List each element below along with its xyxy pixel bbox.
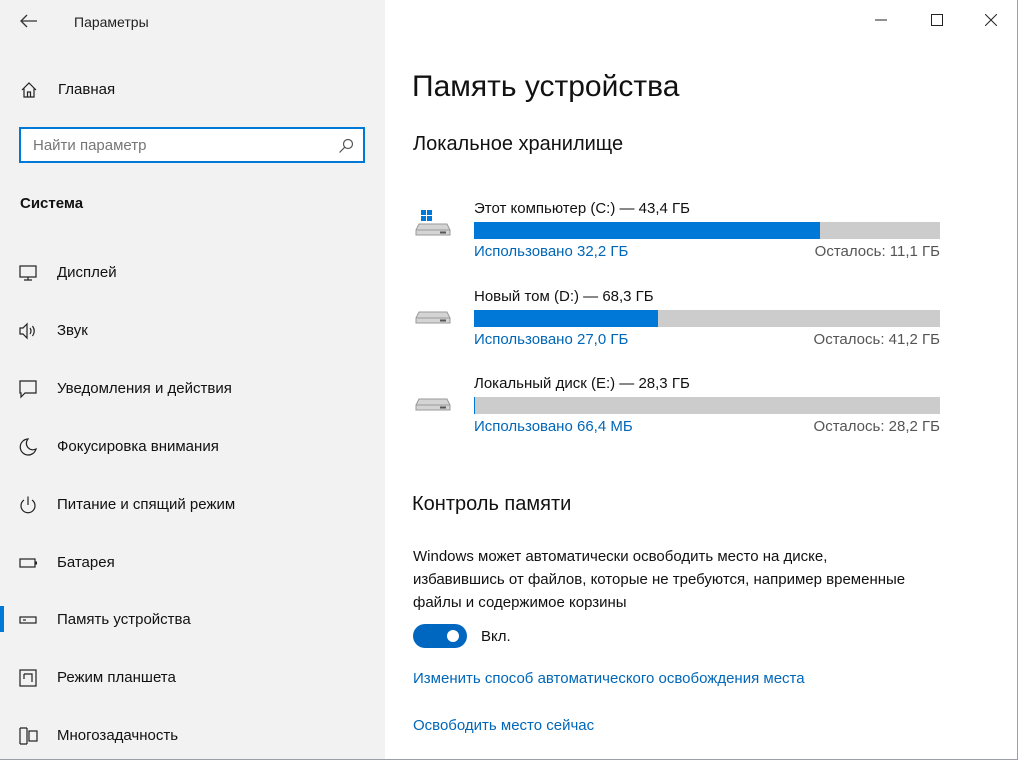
sidebar-item-focus[interactable]: Фокусировка внимания [0,427,385,467]
drive-name: Новый том (D:) — 68,3 ГБ [474,288,654,305]
sidebar-item-tablet[interactable]: Режим планшета [0,658,385,698]
system-drive-icon [415,210,451,236]
storage-icon [19,616,37,624]
minimize-icon [875,19,887,21]
sidebar-item-label: Фокусировка внимания [57,438,219,455]
sidebar: Параметры Главная Система Дисплей [0,0,385,759]
sidebar-item-label: Питание и спящий режим [57,496,236,513]
drive-used-text: Использовано 66,4 МБ [474,418,633,435]
change-auto-cleanup-link[interactable]: Изменить способ автоматического освобожд… [413,670,805,687]
multitask-icon [19,727,38,745]
drive-free-text: Осталось: 41,2 ГБ [813,331,940,348]
power-icon [20,496,36,514]
notification-icon [19,380,37,399]
drive-icon [415,311,451,324]
drive-usage-bar [474,222,940,239]
sidebar-item-display[interactable]: Дисплей [0,253,385,293]
sidebar-item-label: Главная [58,81,116,98]
drive-usage-fill [474,397,475,414]
minimize-button[interactable] [859,6,905,36]
tablet-icon [19,669,37,687]
toggle-state-label: Вкл. [481,628,511,645]
drive-c[interactable]: Этот компьютер (C:) — 43,4 ГБ Использова… [413,200,973,270]
close-icon [985,14,997,26]
maximize-button[interactable] [915,6,961,36]
drive-name: Этот компьютер (C:) — 43,4 ГБ [474,200,690,217]
sidebar-item-home[interactable]: Главная [0,76,385,104]
main-content: Память устройства Локальное хранилище Эт… [385,0,1017,759]
sidebar-item-label: Уведомления и действия [57,380,232,397]
drive-free-text: Осталось: 11,1 ГБ [814,243,940,260]
sidebar-item-label: Дисплей [57,264,117,281]
drive-usage-fill [474,222,820,239]
drive-used-text: Использовано 27,0 ГБ [474,331,629,348]
sidebar-item-label: Память устройства [57,611,191,628]
storage-sense-description: Windows может автоматически освободить м… [413,548,906,611]
selected-indicator [0,606,4,632]
sidebar-item-label: Многозадачность [57,727,179,744]
moon-icon [19,438,37,456]
storage-sense-title: Контроль памяти [412,493,572,515]
drive-name: Локальный диск (E:) — 28,3 ГБ [474,375,690,392]
app-title: Параметры [74,14,149,30]
maximize-icon [931,14,943,26]
back-button[interactable] [14,8,44,34]
sidebar-item-battery[interactable]: Батарея [0,543,385,583]
drive-usage-bar [474,310,940,327]
home-icon [21,82,37,98]
page-title: Память устройства [412,70,680,103]
drive-usage-fill [474,310,659,327]
drive-e[interactable]: Локальный диск (E:) — 28,3 ГБ Использова… [413,375,973,445]
sidebar-item-power[interactable]: Питание и спящий режим [0,485,385,525]
storage-sense-toggle[interactable] [413,624,467,648]
drive-d[interactable]: Новый том (D:) — 68,3 ГБ Использовано 27… [413,288,973,358]
settings-window: Параметры Главная Система Дисплей [0,0,1018,760]
toggle-knob [447,630,459,642]
sidebar-item-sound[interactable]: Звук [0,311,385,351]
sidebar-item-label: Звук [57,322,88,339]
speaker-icon [19,322,35,340]
drive-used-text: Использовано 32,2 ГБ [474,243,629,260]
monitor-icon [19,265,37,281]
sidebar-item-multitasking[interactable]: Многозадачность [0,716,385,756]
local-storage-title: Локальное хранилище [413,133,624,155]
sidebar-item-storage[interactable]: Память устройства [0,600,385,640]
drive-free-text: Осталось: 28,2 ГБ [813,418,940,435]
sidebar-item-notifications[interactable]: Уведомления и действия [0,369,385,409]
sidebar-item-label: Батарея [57,554,115,571]
search-box [19,127,365,163]
battery-icon [19,558,37,568]
drive-icon [415,398,451,411]
search-icon[interactable] [338,138,354,154]
back-arrow-icon [20,14,37,28]
drive-usage-bar [474,397,940,414]
section-title: Система [20,195,84,212]
close-button[interactable] [969,6,1015,36]
search-input[interactable] [21,129,333,161]
sidebar-item-label: Режим планшета [57,669,176,686]
free-space-now-link[interactable]: Освободить место сейчас [413,717,594,734]
